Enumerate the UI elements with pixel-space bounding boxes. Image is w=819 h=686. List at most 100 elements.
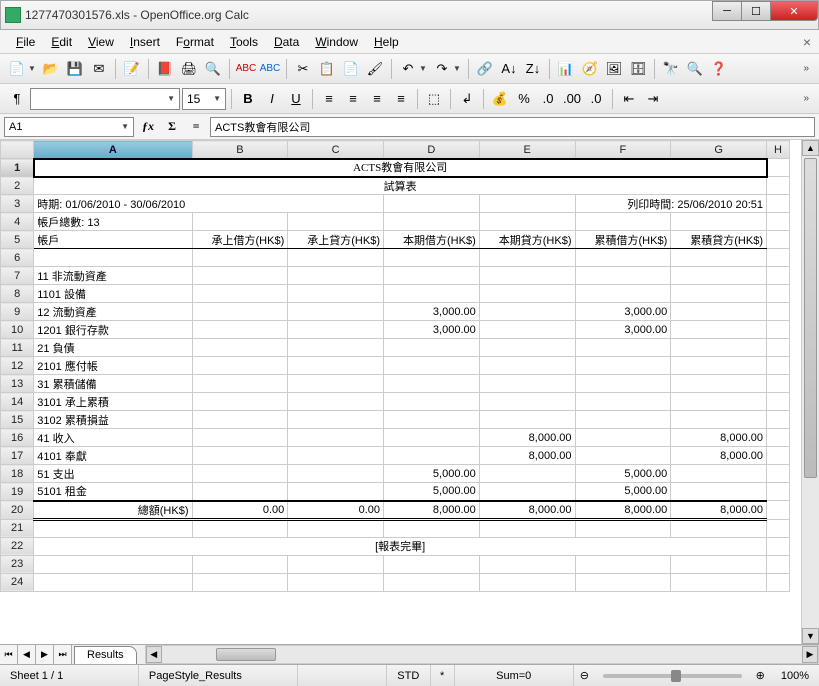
minimize-button[interactable]: ─ — [712, 1, 742, 21]
cell[interactable] — [575, 411, 671, 429]
cell[interactable]: [報表完畢] — [34, 537, 767, 555]
row-header[interactable]: 21 — [1, 519, 34, 537]
cell[interactable]: 5,000.00 — [575, 465, 671, 483]
inc-indent-icon[interactable]: ⇥ — [642, 88, 664, 110]
horizontal-scrollbar[interactable]: ◀ ▶ — [145, 645, 819, 664]
cell[interactable] — [384, 375, 480, 393]
cell[interactable]: 2101 應付帳 — [34, 357, 192, 375]
cell[interactable] — [288, 483, 384, 501]
cell[interactable] — [671, 465, 767, 483]
justify-icon[interactable]: ≡ — [390, 88, 412, 110]
align-center-icon[interactable]: ≡ — [342, 88, 364, 110]
cell[interactable] — [288, 393, 384, 411]
cell[interactable] — [288, 339, 384, 357]
edit-file-icon[interactable]: 📝 — [121, 58, 143, 80]
redo-dropdown[interactable]: ▼ — [453, 64, 463, 73]
spreadsheet-grid[interactable]: A B C D E F G H 1ACTS教會有限公司 2試算表 3時期: 01… — [0, 140, 801, 644]
save-icon[interactable]: 💾 — [64, 58, 86, 80]
cell[interactable] — [671, 393, 767, 411]
cell[interactable]: 3,000.00 — [384, 303, 480, 321]
row-header[interactable]: 3 — [1, 195, 34, 213]
cell[interactable] — [671, 483, 767, 501]
cell[interactable] — [192, 267, 288, 285]
cell[interactable]: 3,000.00 — [575, 321, 671, 339]
cell[interactable] — [479, 303, 575, 321]
cell[interactable]: 8,000.00 — [671, 447, 767, 465]
cell[interactable] — [384, 285, 480, 303]
cell[interactable] — [384, 411, 480, 429]
cell[interactable]: 3,000.00 — [575, 303, 671, 321]
cell[interactable]: 8,000.00 — [671, 429, 767, 447]
cell[interactable] — [671, 339, 767, 357]
cell[interactable] — [192, 465, 288, 483]
cell[interactable]: 41 收入 — [34, 429, 192, 447]
underline-icon[interactable]: U — [285, 88, 307, 110]
cell[interactable] — [288, 375, 384, 393]
maximize-button[interactable]: ☐ — [741, 1, 771, 21]
email-icon[interactable]: ✉ — [88, 58, 110, 80]
preview-icon[interactable]: 🔍 — [202, 58, 224, 80]
status-pagestyle[interactable]: PageStyle_Results — [139, 665, 298, 686]
font-size-combo[interactable]: 15▼ — [182, 88, 226, 110]
cell[interactable]: 51 支出 — [34, 465, 192, 483]
wrap-icon[interactable]: ↲ — [456, 88, 478, 110]
cell[interactable] — [288, 357, 384, 375]
cell[interactable] — [671, 411, 767, 429]
cell[interactable] — [384, 357, 480, 375]
cell[interactable] — [384, 393, 480, 411]
cell[interactable] — [192, 411, 288, 429]
italic-icon[interactable]: I — [261, 88, 283, 110]
cell[interactable]: 列印時間: 25/06/2010 20:51 — [575, 195, 767, 213]
undo-icon[interactable]: ↶ — [397, 58, 419, 80]
cell[interactable] — [479, 483, 575, 501]
tab-last-icon[interactable]: ⏭ — [54, 645, 72, 664]
col-header-C[interactable]: C — [288, 141, 384, 159]
cell[interactable] — [575, 393, 671, 411]
cell[interactable] — [192, 429, 288, 447]
toolbar-expand[interactable]: » — [799, 63, 813, 74]
cell[interactable] — [479, 321, 575, 339]
cell[interactable] — [384, 447, 480, 465]
spellcheck-icon[interactable]: ABC — [235, 58, 257, 80]
cell[interactable] — [192, 339, 288, 357]
zoom-out-icon[interactable]: ⊖ — [574, 669, 595, 682]
merge-cells-icon[interactable]: ⬚ — [423, 88, 445, 110]
format-paint-icon[interactable]: 🖌 — [364, 58, 386, 80]
row-header[interactable]: 7 — [1, 267, 34, 285]
cell[interactable] — [288, 285, 384, 303]
status-mode[interactable]: STD — [387, 665, 431, 686]
cell[interactable]: 31 累積儲備 — [34, 375, 192, 393]
cell[interactable]: 8,000.00 — [671, 501, 767, 520]
status-sum[interactable]: Sum=0 — [455, 665, 574, 686]
font-name-combo[interactable]: ▼ — [30, 88, 180, 110]
paste-icon[interactable]: 📄 — [340, 58, 362, 80]
cell[interactable] — [575, 285, 671, 303]
cell[interactable] — [671, 303, 767, 321]
cell[interactable] — [671, 249, 767, 267]
scroll-right-icon[interactable]: ▶ — [802, 646, 818, 663]
row-header[interactable]: 8 — [1, 285, 34, 303]
undo-dropdown[interactable]: ▼ — [419, 64, 429, 73]
cell[interactable] — [479, 411, 575, 429]
sort-desc-icon[interactable]: Z↓ — [522, 58, 544, 80]
cell[interactable] — [479, 465, 575, 483]
cell[interactable]: 3,000.00 — [384, 321, 480, 339]
cell[interactable] — [192, 321, 288, 339]
cell[interactable]: 8,000.00 — [384, 501, 480, 520]
sort-asc-icon[interactable]: A↓ — [498, 58, 520, 80]
menu-format[interactable]: Format — [168, 32, 222, 52]
pdf-icon[interactable]: 📕 — [154, 58, 176, 80]
cell[interactable]: 8,000.00 — [479, 447, 575, 465]
menu-edit[interactable]: Edit — [43, 32, 80, 52]
row-header[interactable]: 14 — [1, 393, 34, 411]
cell[interactable]: 帳戶 — [34, 231, 192, 249]
cell[interactable] — [671, 321, 767, 339]
dec-indent-icon[interactable]: ⇤ — [618, 88, 640, 110]
col-header-D[interactable]: D — [384, 141, 480, 159]
cell[interactable]: 5,000.00 — [384, 465, 480, 483]
print-icon[interactable]: 🖨 — [178, 58, 200, 80]
cell[interactable] — [288, 447, 384, 465]
formula-input[interactable]: ACTS教會有限公司 — [210, 117, 815, 137]
cell[interactable] — [192, 357, 288, 375]
sheet-tab-results[interactable]: Results — [74, 646, 137, 664]
